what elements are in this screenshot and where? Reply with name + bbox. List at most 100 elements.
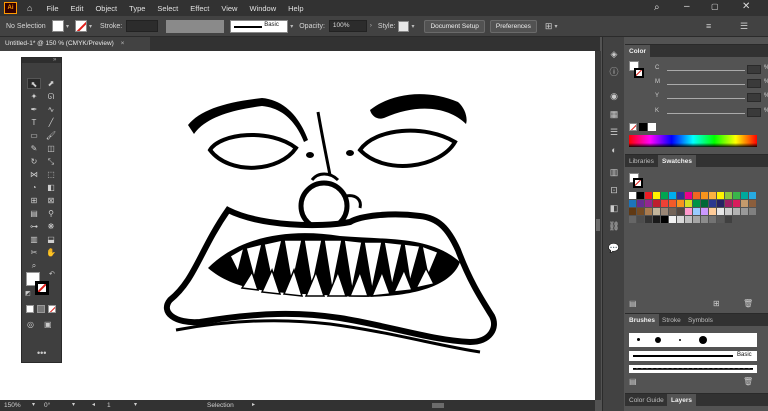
- eyedropper-tool-icon[interactable]: ⚲: [44, 208, 58, 219]
- close-tab-icon[interactable]: ×: [121, 40, 125, 47]
- pathfinder-icon[interactable]: ◧: [608, 203, 620, 214]
- color-swatch[interactable]: [669, 200, 676, 207]
- color-swatch[interactable]: [677, 208, 684, 215]
- color-mode-icon[interactable]: [26, 305, 34, 313]
- rectangle-tool-icon[interactable]: ▭: [27, 130, 41, 141]
- artboard-tool-icon[interactable]: ⬓: [44, 234, 58, 245]
- gradient-mode-icon[interactable]: [37, 305, 45, 313]
- color-swatch[interactable]: [717, 200, 724, 207]
- color-swatch[interactable]: [725, 208, 732, 215]
- column-graph-tool-icon[interactable]: ▥: [27, 234, 41, 245]
- color-swatch[interactable]: [725, 192, 732, 199]
- color-swatch[interactable]: [669, 192, 676, 199]
- color-swatch[interactable]: [717, 208, 724, 215]
- art-brush-row[interactable]: [629, 365, 757, 373]
- color-swatch[interactable]: [749, 192, 756, 199]
- menu-file[interactable]: File: [46, 4, 58, 13]
- zoom-level[interactable]: 150%: [4, 402, 21, 409]
- eraser-tool-icon[interactable]: ◫: [44, 143, 58, 154]
- preferences-button[interactable]: Preferences: [489, 19, 537, 33]
- color-swatch[interactable]: [693, 208, 700, 215]
- width-tool-icon[interactable]: ⋈: [27, 169, 41, 180]
- color-swatch[interactable]: [685, 208, 692, 215]
- stroke-weight-field[interactable]: [126, 20, 159, 32]
- color-swatch[interactable]: [725, 216, 732, 223]
- pencil-tool-icon[interactable]: ✎: [27, 143, 41, 154]
- color-swatch[interactable]: [733, 200, 740, 207]
- symbol-sprayer-tool-icon[interactable]: ❋: [44, 221, 58, 232]
- yellow-slider[interactable]: Y%: [655, 93, 768, 103]
- tab-layers[interactable]: Layers: [667, 394, 696, 407]
- color-swatch[interactable]: [725, 200, 732, 207]
- rotation-value[interactable]: 0°: [44, 402, 50, 409]
- chevron-down-icon[interactable]: ▾: [66, 23, 69, 30]
- color-swatch[interactable]: [677, 200, 684, 207]
- type-tool-icon[interactable]: T: [27, 117, 41, 128]
- swatch-libraries-icon[interactable]: ▤: [629, 299, 637, 308]
- color-swatch[interactable]: [669, 208, 676, 215]
- panel-menu-icon[interactable]: ☰: [740, 21, 748, 32]
- menu-help[interactable]: Help: [288, 4, 303, 13]
- color-swatch[interactable]: [637, 208, 644, 215]
- free-transform-tool-icon[interactable]: ⬚: [44, 169, 58, 180]
- zoom-tool-icon[interactable]: ⌕: [27, 260, 41, 271]
- color-swatch[interactable]: [709, 192, 716, 199]
- color-swatch[interactable]: [741, 200, 748, 207]
- tab-stroke[interactable]: Stroke: [658, 314, 685, 327]
- color-swatch[interactable]: [741, 208, 748, 215]
- color-swatch[interactable]: [637, 200, 644, 207]
- color-swatch[interactable]: [709, 208, 716, 215]
- direct-selection-tool-icon[interactable]: ⬈: [44, 78, 58, 89]
- paintbrush-tool-icon[interactable]: 🖌: [44, 130, 58, 141]
- shape-builder-tool-icon[interactable]: ◔: [27, 182, 41, 193]
- previous-artboard-icon[interactable]: ◂: [92, 401, 95, 408]
- restore-icon[interactable]: ▢: [711, 2, 719, 11]
- color-swatch[interactable]: [653, 200, 660, 207]
- slice-tool-icon[interactable]: ✂: [27, 247, 41, 258]
- close-window-icon[interactable]: ✕: [742, 1, 750, 12]
- color-swatch[interactable]: [629, 208, 636, 215]
- scroll-thumb[interactable]: [596, 219, 600, 231]
- color-swatch[interactable]: [637, 192, 644, 199]
- brush-dots-row[interactable]: [629, 333, 757, 347]
- color-swatch[interactable]: [677, 216, 684, 223]
- color-swatch[interactable]: [645, 192, 652, 199]
- color-swatch[interactable]: [661, 200, 668, 207]
- align-panel-icon[interactable]: ▥: [608, 167, 620, 178]
- color-swatch[interactable]: [685, 216, 692, 223]
- menu-edit[interactable]: Edit: [71, 4, 84, 13]
- color-swatch[interactable]: [717, 192, 724, 199]
- color-swatch[interactable]: [709, 200, 716, 207]
- line-segment-tool-icon[interactable]: ╱: [44, 117, 58, 128]
- basic-brush-row[interactable]: Basic: [629, 351, 757, 361]
- brush-definition[interactable]: Basic: [230, 19, 289, 33]
- info-panel-icon[interactable]: ⓘ: [608, 67, 620, 78]
- perspective-grid-tool-icon[interactable]: ⊞: [27, 195, 41, 206]
- color-swatch[interactable]: [629, 192, 636, 199]
- swatch-stroke-indicator[interactable]: [633, 178, 643, 188]
- color-swatch[interactable]: [701, 192, 708, 199]
- chevron-down-icon[interactable]: ▾: [290, 23, 293, 30]
- color-swatch[interactable]: [749, 208, 756, 215]
- chevron-right-icon[interactable]: ›: [370, 23, 372, 29]
- color-swatch[interactable]: [653, 208, 660, 215]
- color-stroke-swatch[interactable]: [634, 68, 644, 78]
- chevron-down-icon[interactable]: ▾: [32, 401, 35, 408]
- artboard-number[interactable]: 1: [107, 402, 111, 409]
- rotate-tool-icon[interactable]: ↻: [27, 156, 41, 167]
- chevron-down-icon[interactable]: ▾: [89, 23, 92, 30]
- delete-swatch-icon[interactable]: 🗑: [743, 299, 753, 308]
- color-swatch[interactable]: [693, 192, 700, 199]
- menu-select[interactable]: Select: [157, 4, 178, 13]
- chevron-down-icon[interactable]: ▾: [134, 401, 137, 408]
- black-slider[interactable]: K%: [655, 108, 768, 118]
- tab-libraries[interactable]: Libraries: [625, 155, 658, 168]
- menu-view[interactable]: View: [221, 4, 237, 13]
- appearance-panel-icon[interactable]: ◉: [608, 91, 620, 102]
- menu-window[interactable]: Window: [249, 4, 276, 13]
- horizontal-scroll-thumb[interactable]: [432, 403, 444, 408]
- stroke-color-box[interactable]: [35, 281, 49, 295]
- menu-effect[interactable]: Effect: [190, 4, 209, 13]
- fill-swatch[interactable]: [52, 20, 64, 32]
- color-swatch[interactable]: [685, 192, 692, 199]
